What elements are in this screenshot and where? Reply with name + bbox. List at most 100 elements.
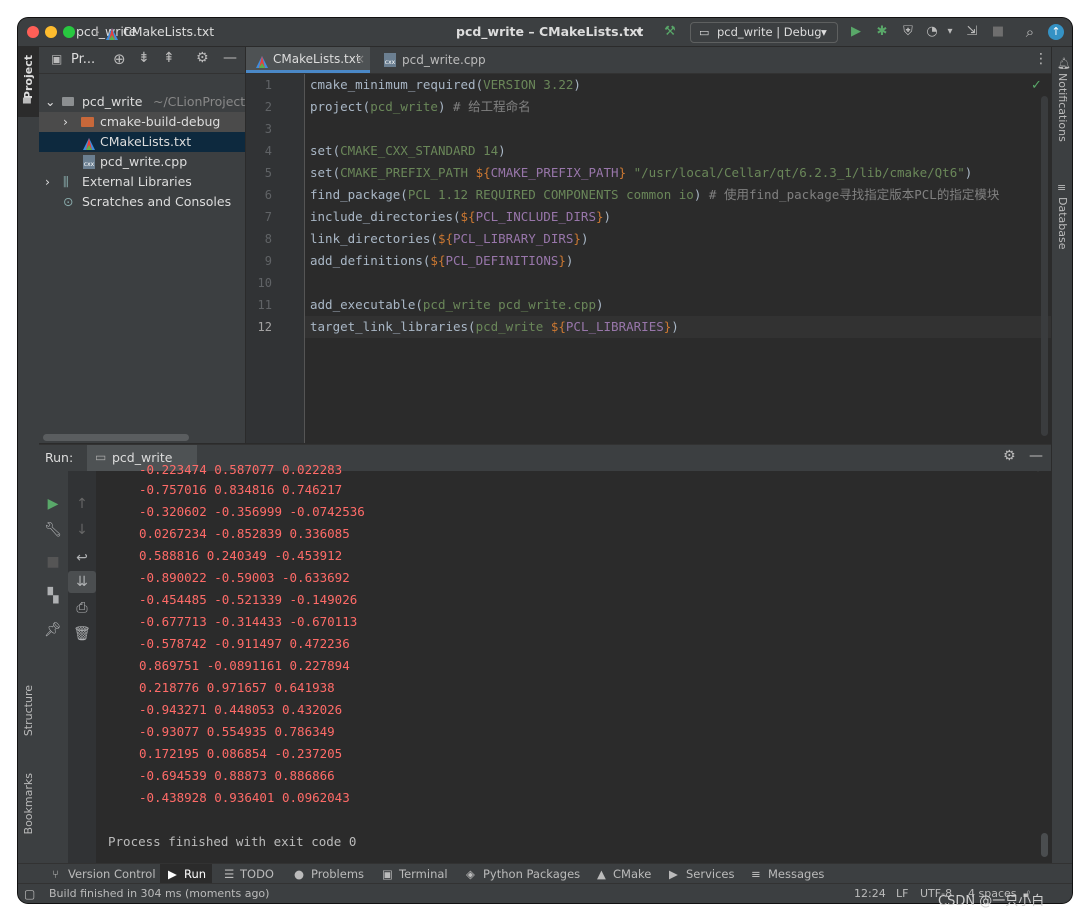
code-dollar-close: } — [618, 165, 627, 180]
chevron-right-icon: › — [63, 114, 68, 129]
tree-item-label: External Libraries — [82, 174, 192, 189]
tool-label: Terminal — [399, 867, 448, 881]
console-output-line: 0.172195 0.086854 -0.237205 — [139, 746, 343, 761]
rerun-icon[interactable]: ▶ — [39, 493, 67, 515]
tree-item-pcd-write[interactable]: ⌄ pcd_write ~/CLionProjects — [39, 92, 252, 112]
code-string: "/usr/local/Cellar/qt/6.2.3_1/lib/cmake/… — [626, 165, 965, 180]
print-icon[interactable]: ⎙ — [68, 597, 96, 619]
bookmarks-stripe-button[interactable]: Bookmarks — [18, 771, 39, 856]
collapse-all-icon[interactable]: ⇟ — [138, 50, 150, 66]
line-number: 10 — [257, 276, 272, 290]
tree-item-scratches[interactable]: ⊙ Scratches and Consoles — [39, 192, 245, 212]
tool-run[interactable]: ▶ Run — [160, 864, 212, 884]
gear-icon[interactable]: ⚙ — [1003, 448, 1016, 464]
code-line-7: include_directories(${PCL_INCLUDE_DIRS}) — [310, 206, 611, 228]
code-arg: VERSION 3.22 — [483, 77, 574, 92]
build-hammer-icon[interactable]: ⚒ — [661, 23, 679, 41]
arrow-up-icon[interactable]: ↑ — [68, 493, 96, 515]
close-window-button[interactable] — [27, 26, 39, 38]
close-icon[interactable]: × — [355, 47, 365, 71]
project-panel-header: ▣ Pr... ⊕ ⇟ ⇞ ⚙ — — [39, 47, 245, 74]
inspection-ok-check-icon[interactable]: ✓ — [1031, 78, 1042, 93]
project-stripe-button[interactable]: Project ▀ — [18, 47, 39, 117]
tool-label: Messages — [768, 867, 825, 881]
tool-services[interactable]: ▶ Services — [667, 864, 737, 884]
code-line-2: project(pcd_write) # 给工程命名 — [310, 96, 531, 118]
left-tool-stripe: Project ▀ Structure Bookmarks — [18, 47, 40, 863]
update-icon[interactable]: ↑ — [1048, 24, 1064, 40]
tree-item-label: Scratches and Consoles — [82, 194, 232, 209]
tool-messages[interactable]: ≡ Messages — [749, 864, 829, 884]
search-icon[interactable]: ⌕ — [1021, 23, 1039, 41]
scroll-to-end-icon[interactable]: ⇊ — [68, 571, 96, 593]
minimize-window-button[interactable] — [45, 26, 57, 38]
chevron-down-icon[interactable]: ▾ — [941, 23, 959, 41]
console-scrollbar[interactable] — [1041, 833, 1048, 857]
expand-all-icon[interactable]: ⇞ — [163, 50, 175, 66]
code-dollar-open: ${ — [430, 253, 446, 268]
stop-icon[interactable]: ■ — [989, 23, 1007, 41]
chevron-down-icon[interactable]: ▾ — [636, 24, 642, 39]
code-line-6: find_package(PCL 1.12 REQUIRED COMPONENT… — [310, 184, 999, 206]
folder-icon: ▀ — [23, 99, 31, 110]
code-line-9: add_definitions(${PCL_DEFINITIONS}) — [310, 250, 573, 272]
database-stripe-button[interactable]: ≡ Database — [1052, 181, 1072, 261]
code-function: find_package( — [310, 187, 408, 202]
file-breadcrumb[interactable]: CMakeLists.txt — [123, 24, 214, 39]
status-message[interactable]: Build finished in 304 ms (moments ago) — [49, 884, 269, 903]
tool-python-packages[interactable]: ◈ Python Packages — [464, 864, 589, 884]
hide-panel-icon[interactable]: — — [223, 50, 237, 66]
ide-window: pcd_write › CMakeLists.txt pcd_write – C… — [18, 18, 1072, 903]
code-editor[interactable]: ✓ cmake_minimum_required(VERSION 3.22) p… — [305, 74, 1051, 443]
coverage-shield-icon[interactable]: ⛨ — [899, 23, 917, 41]
tree-item-label: pcd_write.cpp — [100, 154, 188, 169]
wrench-icon[interactable]: 🔧︎ — [39, 519, 67, 541]
console-output-line: 0.0267234 -0.852839 0.336085 — [139, 526, 350, 541]
notifications-stripe-button[interactable]: 🔔︎ Notifications — [1052, 57, 1072, 177]
editor-gutter: 1 2 3 4 5 6 7 8 9 10 11 12 — [246, 74, 305, 443]
trash-icon[interactable]: 🗑︎ — [68, 623, 96, 645]
tool-terminal[interactable]: ▣ Terminal — [380, 864, 460, 884]
structure-stripe-button[interactable]: Structure — [18, 683, 39, 753]
tab-cmakelists[interactable]: CMakeLists.txt × — [246, 47, 370, 73]
more-options-icon[interactable]: ⋮ — [1034, 51, 1048, 67]
layout-icon[interactable]: ▚ — [39, 585, 67, 607]
locate-target-icon[interactable]: ⊕ — [113, 50, 126, 68]
hide-panel-icon[interactable]: — — [1029, 448, 1043, 464]
profiler-icon[interactable]: ◔ — [923, 23, 941, 41]
tool-cmake[interactable]: ▲ CMake — [595, 864, 657, 884]
tool-todo[interactable]: ☰ TODO — [222, 864, 282, 884]
horizontal-scrollbar[interactable] — [43, 434, 189, 441]
tree-item-cmake-build-debug[interactable]: › cmake-build-debug — [39, 112, 245, 132]
code-line-8: link_directories(${PCL_LIBRARY_DIRS}) — [310, 228, 588, 250]
tree-item-external-libraries[interactable]: › ⫼ External Libraries — [39, 172, 245, 192]
console-output-line: -0.694539 0.88873 0.886866 — [139, 768, 335, 783]
tool-problems[interactable]: ● Problems — [292, 864, 372, 884]
messages-icon: ≡ — [751, 867, 761, 881]
tab-pcd-write-cpp[interactable]: cxx pcd_write.cpp — [374, 47, 494, 73]
run-console[interactable]: -0.223474 0.587077 0.022283 -0.757016 0.… — [97, 462, 1037, 863]
arrow-down-icon[interactable]: ↓ — [68, 519, 96, 541]
code-dollar-open: ${ — [475, 165, 491, 180]
pin-icon[interactable]: 📌︎ — [39, 619, 67, 641]
cmake-triangle-icon: ▲ — [597, 867, 606, 881]
tool-version-control[interactable]: ⑂ Version Control — [48, 864, 156, 884]
project-panel-title[interactable]: Pr... — [71, 52, 95, 67]
tree-item-cmakelists[interactable]: CMakeLists.txt — [39, 132, 245, 152]
vertical-scrollbar[interactable] — [1041, 96, 1048, 436]
tool-windows-toggle-icon[interactable]: ▢ — [24, 884, 35, 903]
run-configuration-selector[interactable]: ▭ pcd_write | Debug ▾ — [690, 22, 838, 43]
debug-bug-icon[interactable]: ✱ — [873, 23, 891, 41]
run-panel-label: Run: — [45, 450, 74, 465]
gear-icon[interactable]: ⚙ — [196, 50, 209, 66]
run-icon[interactable]: ▶ — [847, 23, 865, 41]
tree-item-pcd-write-cpp[interactable]: cxx pcd_write.cpp — [39, 152, 245, 172]
attach-process-icon[interactable]: ⇲ — [963, 23, 981, 41]
soft-wrap-icon[interactable]: ↩ — [68, 547, 96, 569]
stop-icon[interactable]: ■ — [39, 551, 67, 573]
run-toolbar-primary: ▶ 🔧︎ ■ ▚ 📌︎ — [39, 471, 68, 863]
caret-position[interactable]: 12:24 — [854, 884, 886, 903]
line-separator[interactable]: LF — [896, 884, 908, 903]
run-config-label: pcd_write | Debug — [717, 25, 822, 39]
maximize-window-button[interactable] — [63, 26, 75, 38]
